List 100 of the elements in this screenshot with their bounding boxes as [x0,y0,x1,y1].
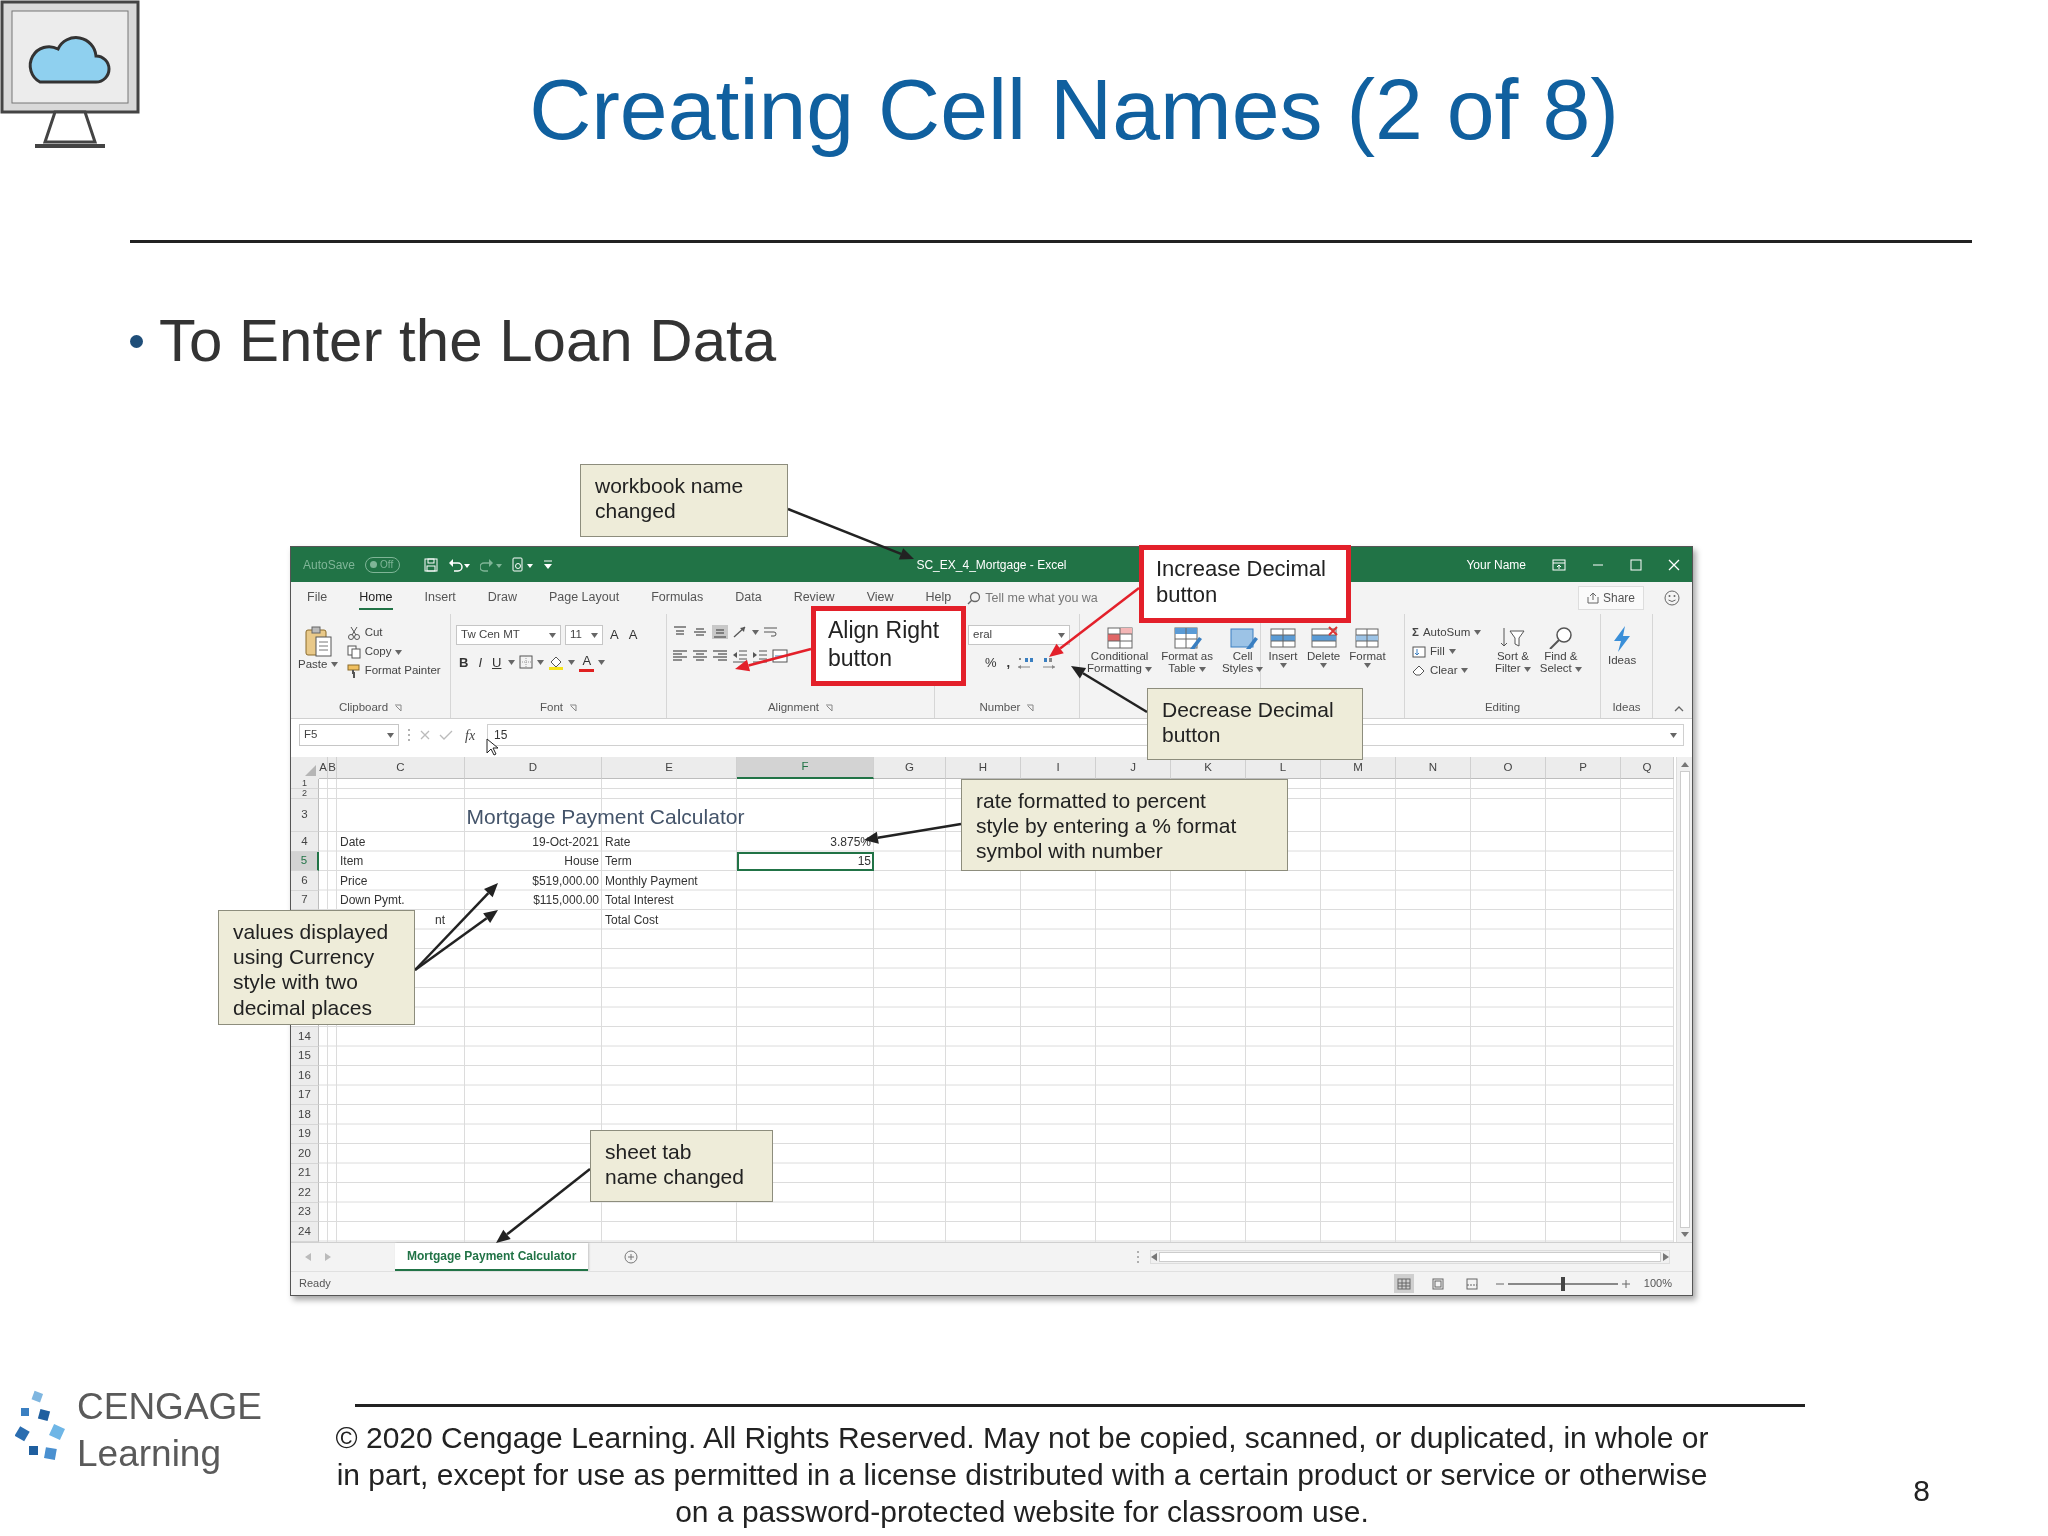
ribbon-button[interactable]: Delete [1305,625,1343,669]
save-icon[interactable] [424,557,439,572]
restore-icon[interactable] [1630,558,1642,571]
column-header[interactable]: G [874,757,946,779]
underline-button[interactable]: U [489,654,505,671]
row-header[interactable]: 2 [291,789,319,799]
ribbon-tab[interactable]: Page Layout [548,586,620,610]
redo-icon[interactable] [480,557,503,572]
ribbon-button[interactable]: Cut [344,625,443,641]
ribbon-button[interactable]: Format as Table [1159,625,1215,675]
column-header[interactable]: C [337,757,465,779]
row-header[interactable]: 6 [291,871,319,891]
ribbon-tab[interactable]: File [307,586,328,610]
name-box[interactable]: F5 [299,724,399,746]
smiley-icon[interactable] [1664,590,1680,606]
row-header[interactable]: 20 [291,1144,319,1164]
column-header[interactable]: Q [1621,757,1674,779]
zoom-slider-thumb[interactable] [1560,1276,1565,1291]
align-left-icon[interactable] [672,649,688,663]
row-header[interactable]: 18 [291,1105,319,1125]
ribbon-tab[interactable]: Formulas [651,586,704,610]
zoom-in-icon[interactable] [1621,1279,1630,1288]
scrollbar-thumb[interactable] [1679,771,1690,1228]
column-header[interactable]: H [946,757,1021,779]
ribbon-button[interactable]: Conditional Formatting [1085,625,1155,675]
column-header[interactable]: P [1546,757,1621,779]
drag-handle-icon[interactable] [407,728,411,742]
shrink-font-button[interactable]: A [625,627,641,643]
ribbon-button[interactable]: Cell Styles [1219,625,1266,675]
font-name-field[interactable]: Tw Cen MT [456,625,561,645]
scroll-down-icon[interactable] [1680,1232,1689,1238]
wrap-text-icon[interactable] [763,625,779,639]
column-header[interactable]: E [602,757,737,779]
tell-me-field[interactable]: Tell me what you wa [985,588,1098,608]
ribbon-button[interactable]: Clear [1410,662,1488,679]
touch-mode-icon[interactable] [512,556,535,573]
align-middle-icon[interactable] [692,625,708,639]
ribbon-button[interactable]: Find & Select [1537,625,1584,675]
font-color-button[interactable]: A [579,653,595,672]
dialog-launcher-icon[interactable] [569,704,577,712]
column-header[interactable]: O [1471,757,1546,779]
dialog-launcher-icon[interactable] [1026,704,1035,712]
column-header[interactable]: I [1021,757,1096,779]
close-icon[interactable] [1668,558,1680,571]
ribbon-tab[interactable]: Insert [424,586,456,610]
customize-icon[interactable] [544,559,553,570]
search-icon[interactable] [967,591,982,605]
ribbon-button[interactable]: Format [1347,625,1388,669]
grow-font-button[interactable]: A [607,627,622,643]
ribbon-tab[interactable]: Draw [487,586,517,610]
column-header[interactable]: N [1396,757,1471,779]
paste-button[interactable]: Paste [296,625,340,671]
next-sheet-icon[interactable] [325,1253,331,1261]
scroll-right-icon[interactable] [1663,1253,1669,1261]
row-header[interactable]: 22 [291,1183,319,1203]
autosum-button[interactable]: Σ AutoSum [1410,625,1488,641]
increase-indent-icon[interactable] [752,649,768,663]
column-header[interactable]: J [1096,757,1171,779]
scroll-left-icon[interactable] [1151,1253,1157,1261]
row-header[interactable]: 24 [291,1222,319,1242]
check-icon[interactable] [439,729,453,741]
dialog-launcher-icon[interactable] [394,704,403,712]
orientation-icon[interactable] [732,625,748,639]
row-header[interactable]: 1 [291,779,319,789]
column-header[interactable]: F [737,757,874,779]
bold-button[interactable]: B [456,654,472,671]
row-header[interactable]: 5 [291,851,319,871]
row-header[interactable]: 19 [291,1124,319,1144]
ribbon-tab[interactable]: Data [735,586,762,610]
scroll-up-icon[interactable] [1680,761,1689,767]
ribbon-tab[interactable]: Home [359,586,393,610]
comma-button[interactable]: , [1003,655,1014,671]
share-button[interactable]: Share [1577,586,1644,610]
italic-button[interactable]: I [475,654,485,671]
insert-function-button[interactable]: fx [461,724,480,746]
column-header[interactable]: M [1321,757,1396,779]
ribbon-button[interactable]: Insert [1266,625,1300,669]
ideas-button[interactable]: Ideas [1606,625,1639,667]
column-header[interactable]: D [465,757,602,779]
undo-icon[interactable] [448,557,471,572]
scrollbar-thumb[interactable] [1159,1252,1661,1262]
row-header[interactable]: 16 [291,1066,319,1086]
borders-icon[interactable] [519,655,534,670]
ribbon-button[interactable]: Fill [1410,643,1488,660]
previous-sheet-icon[interactable] [305,1253,311,1261]
add-sheet-icon[interactable] [624,1250,639,1264]
row-header[interactable]: 14 [291,1027,319,1047]
row-header[interactable]: 4 [291,832,319,852]
number-format-field[interactable]: eral [968,625,1070,645]
split-handle-icon[interactable] [1136,1250,1140,1264]
row-header[interactable]: 23 [291,1202,319,1222]
row-header[interactable]: 17 [291,1085,319,1105]
ribbon-display-icon[interactable] [1552,558,1566,571]
sheet-tab[interactable]: Mortgage Payment Calculator [395,1243,589,1271]
ribbon-button[interactable]: Sort & Filter [1493,625,1533,675]
row-header[interactable]: 15 [291,1046,319,1066]
decrease-indent-icon[interactable] [732,649,748,663]
row-header[interactable]: 3 [291,799,319,832]
collapse-ribbon-icon[interactable] [1674,706,1684,712]
select-all-button[interactable] [291,757,319,779]
